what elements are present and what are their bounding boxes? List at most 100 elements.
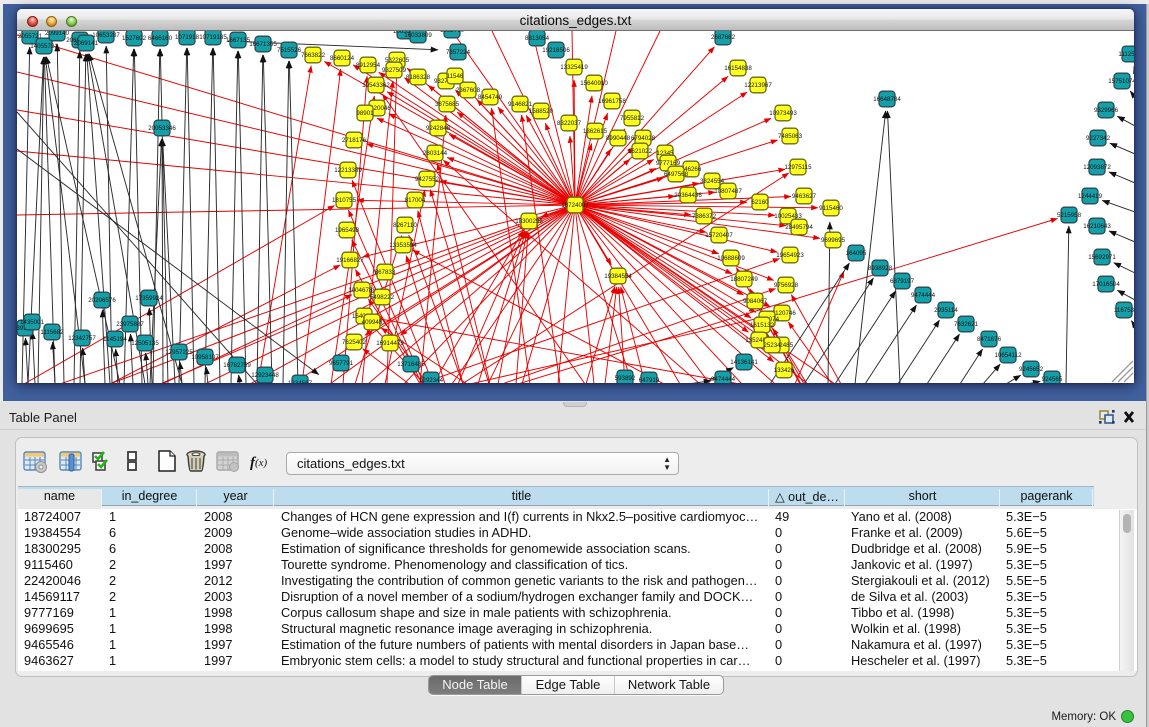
svg-text:1244419: 1244419: [1078, 193, 1103, 200]
svg-text:9242848: 9242848: [426, 125, 451, 132]
svg-text:7485063: 7485063: [778, 133, 803, 140]
svg-text:867833: 867833: [375, 269, 396, 276]
svg-text:14136141: 14136141: [730, 359, 758, 366]
svg-text:9327509: 9327509: [382, 67, 407, 74]
svg-text:647919: 647919: [639, 377, 660, 383]
svg-text:2935114: 2935114: [934, 307, 958, 314]
svg-text:18300295: 18300295: [515, 218, 543, 225]
svg-text:1588520: 1588520: [529, 108, 554, 115]
svg-text:9756928: 9756928: [774, 282, 799, 289]
svg-text:98901: 98901: [356, 110, 374, 117]
svg-text:19384554: 19384554: [604, 273, 632, 280]
svg-text:8660124: 8660124: [330, 55, 355, 62]
svg-text:9699695: 9699695: [821, 237, 846, 244]
svg-text:1112544: 1112544: [1118, 51, 1134, 58]
svg-text:7357224: 7357224: [446, 49, 471, 56]
svg-text:409948: 409948: [362, 319, 383, 326]
svg-text:9474444: 9474444: [711, 376, 736, 383]
svg-text:8267110: 8267110: [393, 222, 417, 229]
svg-text:16033809: 16033809: [404, 32, 432, 39]
svg-text:16961758: 16961758: [598, 98, 626, 105]
svg-text:16671355: 16671355: [249, 41, 277, 48]
svg-text:1621022: 1621022: [628, 148, 653, 155]
svg-text:11546: 11546: [447, 73, 464, 80]
svg-text:62160: 62160: [751, 199, 769, 206]
svg-text:15720407: 15720407: [705, 232, 733, 239]
svg-text:9329966: 9329966: [1094, 107, 1119, 114]
svg-text:20364436: 20364436: [674, 192, 702, 199]
svg-text:18724007: 18724007: [561, 202, 589, 209]
svg-text:12505135: 12505135: [131, 340, 159, 347]
svg-text:10046788: 10046788: [348, 287, 376, 294]
svg-text:593892: 593892: [615, 375, 636, 382]
svg-text:1810755: 1810755: [332, 197, 357, 204]
svg-text:16154838: 16154838: [724, 65, 752, 72]
svg-text:9463627: 9463627: [792, 193, 817, 200]
svg-text:133426: 133426: [774, 367, 795, 374]
svg-text:16914479: 16914479: [376, 340, 404, 347]
svg-text:5498222: 5498222: [370, 294, 395, 301]
svg-text:10958107: 10958107: [191, 354, 219, 361]
svg-text:9146821: 9146821: [508, 101, 533, 108]
svg-text:2687682: 2687682: [711, 34, 736, 41]
svg-text:8471676: 8471676: [977, 336, 1002, 343]
svg-text:15751074: 15751074: [1108, 78, 1134, 85]
svg-text:7632621: 7632621: [954, 321, 979, 328]
svg-text:17957225: 17957225: [165, 349, 193, 356]
svg-text:18807249: 18807249: [730, 276, 758, 283]
svg-text:15692971: 15692971: [1088, 254, 1116, 261]
svg-text:17016504: 17016504: [1092, 281, 1120, 288]
svg-text:1527602: 1527602: [122, 35, 147, 42]
svg-text:7955812: 7955812: [620, 115, 645, 122]
svg-text:2069141: 2069141: [74, 40, 99, 47]
svg-text:116753: 116753: [1114, 307, 1134, 314]
svg-text:8938928: 8938928: [868, 265, 893, 272]
svg-text:16210643: 16210643: [1083, 223, 1111, 230]
svg-text:5215958: 5215958: [1057, 212, 1082, 219]
svg-text:1115682: 1115682: [40, 329, 64, 336]
svg-text:3875685: 3875685: [435, 101, 460, 108]
svg-text:1145194: 1145194: [103, 336, 127, 343]
svg-text:23975887: 23975887: [116, 321, 144, 328]
svg-text:7663822: 7663822: [301, 52, 326, 59]
svg-text:9084067: 9084067: [743, 298, 768, 305]
svg-text:12213967: 12213967: [744, 82, 772, 89]
svg-text:20206576: 20206576: [88, 297, 116, 304]
svg-text:16648784: 16648784: [873, 96, 901, 103]
svg-text:12093872: 12093872: [1083, 164, 1111, 171]
svg-text:1615132: 1615132: [750, 322, 775, 329]
svg-text:13716485: 13716485: [397, 361, 425, 368]
svg-text:1234567: 1234567: [288, 380, 313, 383]
svg-text:9115460: 9115460: [819, 205, 843, 212]
svg-text:1435001: 1435001: [20, 319, 45, 326]
svg-text:10973493: 10973493: [769, 110, 797, 117]
svg-text:8912954: 8912954: [356, 62, 381, 69]
svg-text:12923448: 12923448: [251, 372, 279, 379]
svg-text:13325419: 13325419: [560, 64, 588, 71]
svg-text:19166827: 19166827: [336, 257, 364, 264]
svg-text:19218506: 19218506: [542, 47, 570, 54]
svg-text:7625402: 7625402: [342, 339, 367, 346]
svg-text:25234: 25234: [763, 342, 781, 349]
svg-text:1965498: 1965498: [335, 227, 360, 234]
svg-text:16782759: 16782759: [223, 362, 251, 369]
svg-text:10654112: 10654112: [994, 352, 1022, 359]
svg-text:9657791: 9657791: [329, 360, 354, 367]
svg-text:10653287: 10653287: [92, 32, 120, 39]
svg-text:8454749: 8454749: [478, 94, 503, 101]
svg-text:8322037: 8322037: [557, 120, 582, 127]
svg-text:19654923: 19654923: [776, 252, 804, 259]
svg-text:6794028: 6794028: [631, 135, 656, 142]
svg-text:6466160: 6466160: [148, 35, 173, 42]
svg-text:20053346: 20053346: [148, 125, 176, 132]
svg-text:12342757: 12342757: [68, 335, 96, 342]
svg-text:9427552: 9427552: [415, 176, 440, 183]
svg-text:8186328: 8186328: [406, 74, 431, 81]
svg-text:10688609: 10688609: [717, 255, 745, 262]
svg-text:15640910: 15640910: [580, 80, 608, 87]
svg-text:9474444: 9474444: [911, 292, 936, 299]
svg-text:7386372: 7386372: [692, 213, 717, 220]
svg-text:10719185: 10719185: [199, 34, 227, 41]
svg-text:2803144: 2803144: [423, 150, 448, 157]
svg-text:8990448: 8990448: [606, 135, 631, 142]
